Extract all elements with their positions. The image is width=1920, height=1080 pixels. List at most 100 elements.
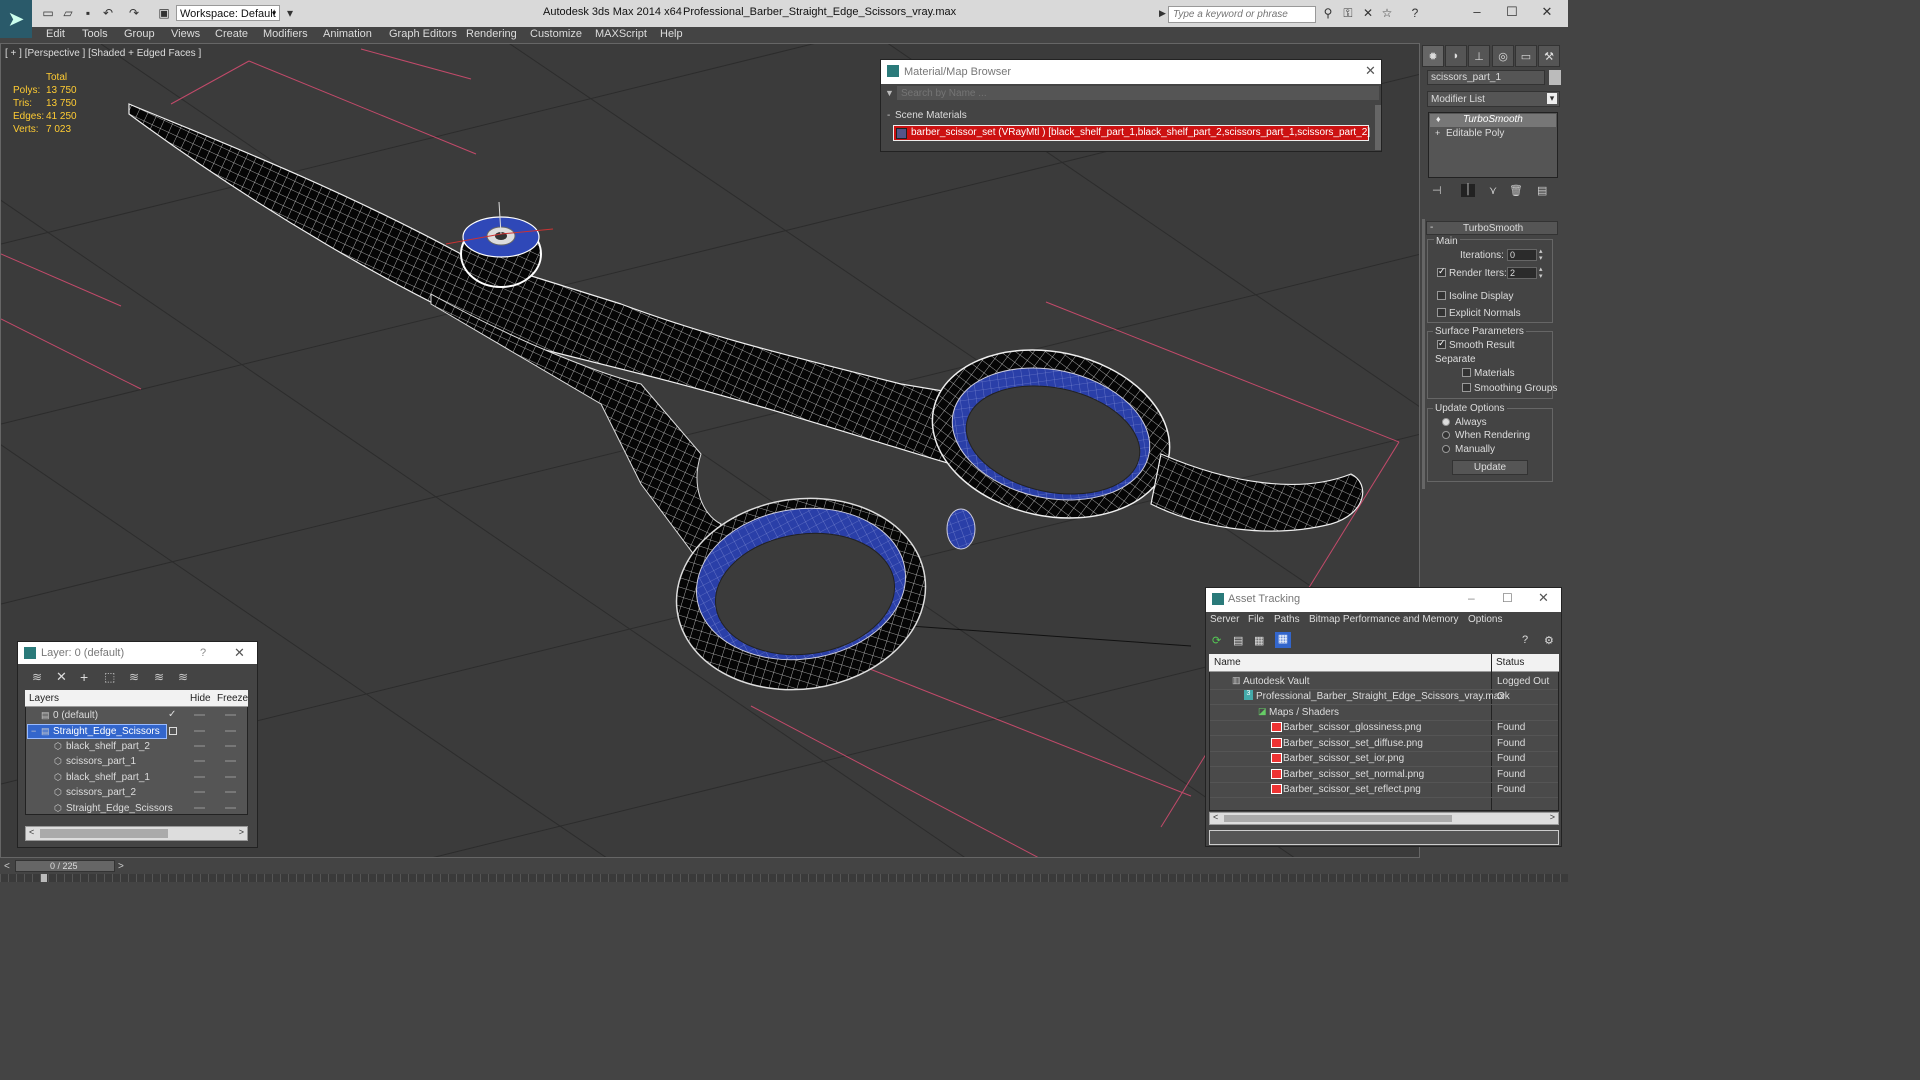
freeze-toggle[interactable] xyxy=(225,760,236,762)
menu-customize[interactable]: Customize xyxy=(530,28,582,40)
menu-maxscript[interactable]: MAXScript xyxy=(595,28,647,40)
menu-animation[interactable]: Animation xyxy=(323,28,372,40)
lightbulb-icon[interactable]: ♦ xyxy=(1436,114,1441,124)
freeze-toggle[interactable] xyxy=(225,776,236,778)
table-row[interactable]: Barber_scissor_set_normal.png Found xyxy=(1210,767,1558,783)
hide-toggle[interactable] xyxy=(194,730,205,732)
explicit-normals-checkbox[interactable] xyxy=(1437,308,1446,317)
scroll-right-icon[interactable]: > xyxy=(239,827,244,837)
table-row[interactable]: Barber_scissor_set_reflect.png Found xyxy=(1210,782,1558,798)
new-file-icon[interactable]: ▭ xyxy=(40,5,56,21)
list-view-icon[interactable]: ▤ xyxy=(1233,634,1243,647)
select-objects-icon[interactable]: ⬚ xyxy=(104,670,115,684)
time-slider[interactable]: 0 / 225 xyxy=(15,860,115,872)
new-layer-icon[interactable]: ≋ xyxy=(32,670,42,684)
show-end-result-icon[interactable]: ⏐ xyxy=(1461,184,1475,197)
hide-toggle[interactable] xyxy=(194,776,205,778)
timeline-next-icon[interactable]: > xyxy=(118,861,124,872)
freeze-toggle[interactable] xyxy=(225,745,236,747)
update-button[interactable]: Update xyxy=(1452,460,1528,475)
maximize-window-icon[interactable]: ☐ xyxy=(1502,4,1522,20)
stack-item-editable-poly[interactable]: + Editable Poly xyxy=(1430,128,1556,141)
material-item[interactable]: barber_scissor_set (VRayMtl ) [black_she… xyxy=(893,125,1370,141)
help-icon[interactable]: ? xyxy=(200,647,206,659)
pin-stack-icon[interactable]: ⊣ xyxy=(1432,184,1442,197)
modifier-list-dropdown[interactable]: Modifier List ▾ xyxy=(1427,91,1560,107)
open-file-icon[interactable]: ▱ xyxy=(60,5,76,21)
smooth-result-checkbox[interactable] xyxy=(1437,338,1446,349)
table-row[interactable]: Barber_scissor_glossiness.png Found xyxy=(1210,720,1558,736)
table-row[interactable]: 3 Professional_Barber_Straight_Edge_Scis… xyxy=(1210,689,1558,705)
menu-file[interactable]: File xyxy=(1248,614,1264,625)
scroll-thumb[interactable] xyxy=(40,829,168,838)
expand-plus-icon[interactable]: + xyxy=(1435,128,1440,138)
configure-sets-icon[interactable]: ▤ xyxy=(1537,184,1547,197)
col-layers[interactable]: Layers xyxy=(29,693,59,704)
project-folder-icon[interactable]: ▣ xyxy=(156,5,172,21)
viewport-label[interactable]: [ + ] [Perspective ] [Shaded + Edged Fac… xyxy=(5,48,201,59)
close-icon[interactable]: ✕ xyxy=(1538,590,1549,606)
separate-materials-checkbox[interactable] xyxy=(1462,368,1471,377)
iterations-spinner[interactable] xyxy=(1507,249,1537,261)
layer-row[interactable]: ⬡ black_shelf_part_1 xyxy=(26,770,247,785)
set-current-layer-box[interactable] xyxy=(169,727,177,735)
stack-item-turbosmooth[interactable]: ♦ TurboSmooth xyxy=(1430,114,1556,127)
material-search-input[interactable] xyxy=(897,86,1379,100)
add-to-layer-icon[interactable]: + xyxy=(80,669,88,685)
freeze-all-icon[interactable]: ≋ xyxy=(178,670,188,684)
render-iters-spinner[interactable] xyxy=(1507,267,1537,279)
motion-tab-icon[interactable]: ◎ xyxy=(1492,45,1514,67)
hierarchy-tab-icon[interactable]: ⊥ xyxy=(1468,45,1490,67)
hide-toggle[interactable] xyxy=(194,807,205,809)
table-row[interactable]: Barber_scissor_set_diffuse.png Found xyxy=(1210,736,1558,752)
scroll-right-icon[interactable]: > xyxy=(1550,812,1555,822)
spinner-arrows-icon[interactable]: ▴ ▾ xyxy=(1539,248,1543,262)
hide-toggle[interactable] xyxy=(194,714,205,716)
layer-row[interactable]: ▤ 0 (default) ✓ xyxy=(26,708,247,723)
isoline-display-checkbox[interactable] xyxy=(1437,291,1446,300)
refresh-icon[interactable]: ⟳ xyxy=(1212,634,1221,647)
close-icon[interactable]: ✕ xyxy=(1365,63,1376,79)
thumbnail-view-icon[interactable]: ▦ xyxy=(1254,634,1264,647)
layer-horizontal-scrollbar[interactable]: < > xyxy=(25,826,248,841)
asset-path-field[interactable] xyxy=(1209,830,1559,845)
search-input[interactable] xyxy=(1168,6,1316,23)
timeline-playhead[interactable] xyxy=(41,874,47,882)
scene-materials-header[interactable]: Scene Materials xyxy=(895,110,967,121)
binoculars-icon[interactable]: ⚲ xyxy=(1320,5,1336,21)
asset-horizontal-scrollbar[interactable]: < > xyxy=(1209,812,1559,825)
active-layer-check-icon[interactable]: ✓ xyxy=(168,709,176,720)
workspace-dropdown[interactable]: Workspace: Default ▾ xyxy=(176,5,280,21)
make-unique-icon[interactable]: ⋎ xyxy=(1489,184,1497,197)
update-always-radio[interactable] xyxy=(1442,418,1450,426)
col-status[interactable]: Status xyxy=(1496,657,1524,668)
scroll-left-icon[interactable]: < xyxy=(29,827,34,837)
menu-server[interactable]: Server xyxy=(1210,614,1239,625)
expand-minus-icon[interactable]: − xyxy=(31,726,36,736)
table-row[interactable]: ▥ Autodesk Vault Logged Out ... xyxy=(1210,674,1558,698)
hide-toggle[interactable] xyxy=(194,760,205,762)
close-window-icon[interactable]: ✕ xyxy=(1537,4,1557,20)
col-hide[interactable]: Hide xyxy=(190,693,211,704)
delete-layer-icon[interactable]: ✕ xyxy=(56,669,67,685)
layer-row[interactable]: ⬡ black_shelf_part_2 xyxy=(26,739,247,754)
table-view-icon[interactable]: ▦ xyxy=(1275,632,1291,648)
display-tab-icon[interactable]: ▭ xyxy=(1515,45,1537,67)
freeze-toggle[interactable] xyxy=(225,714,236,716)
menu-paths[interactable]: Paths xyxy=(1274,614,1300,625)
menu-group[interactable]: Group xyxy=(124,28,155,40)
separate-smoothing-checkbox[interactable] xyxy=(1462,383,1471,392)
layer-row[interactable]: ⬡ scissors_part_2 xyxy=(26,785,247,800)
menu-views[interactable]: Views xyxy=(171,28,200,40)
app-logo-icon[interactable]: ➤ xyxy=(0,0,32,38)
turbosmooth-rollout-header[interactable]: - TurboSmooth xyxy=(1426,221,1558,235)
save-file-icon[interactable]: ▪ xyxy=(80,5,96,21)
scroll-left-icon[interactable]: < xyxy=(1213,812,1218,822)
utilities-tab-icon[interactable]: ⚒ xyxy=(1538,45,1560,67)
menu-edit[interactable]: Edit xyxy=(46,28,65,40)
freeze-toggle[interactable] xyxy=(225,807,236,809)
object-name-field[interactable] xyxy=(1427,70,1545,85)
timeline-prev-icon[interactable]: < xyxy=(4,861,10,872)
favorites-star-icon[interactable]: ☆ xyxy=(1379,5,1395,21)
menu-modifiers[interactable]: Modifiers xyxy=(263,28,308,40)
